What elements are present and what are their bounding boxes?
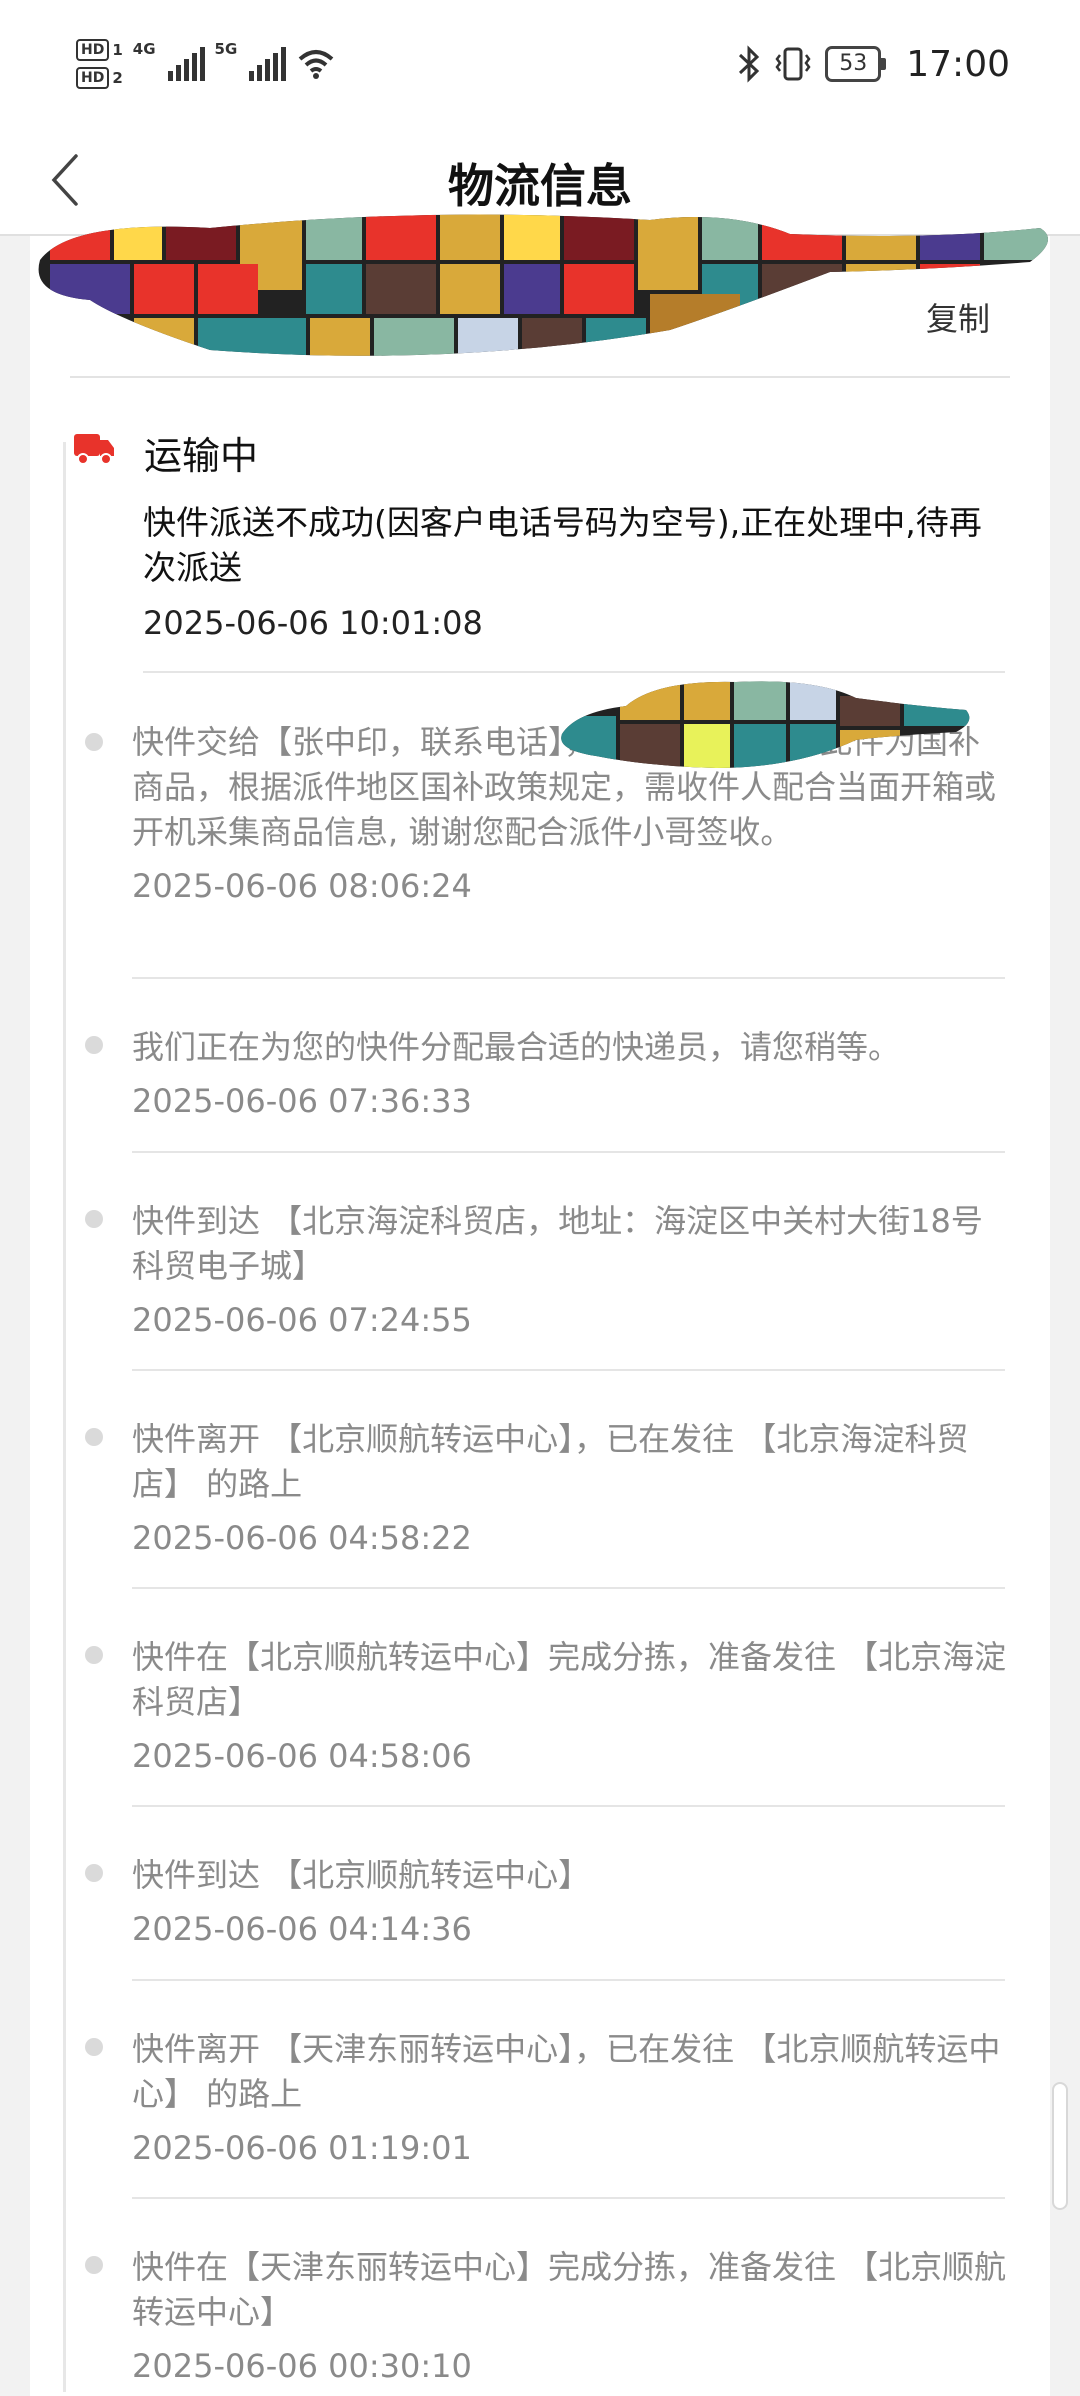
event-divider	[132, 1979, 1005, 1981]
event-description: 快件在【北京顺航转运中心】完成分拣，准备发往 【北京海淀科贸店】	[132, 1638, 1007, 1721]
event-time: 2025-06-06 01:19:01	[132, 2129, 472, 2167]
signal-icon	[167, 47, 205, 81]
net2-label: 5G	[214, 40, 238, 58]
timeline-event: 快件在【天津东丽转运中心】完成分拣，准备发往 【北京顺航转运中心】 2025-0…	[132, 2245, 1012, 2385]
timeline-dot	[85, 1646, 103, 1664]
wifi-icon	[298, 50, 334, 79]
sim1-indicator: HD 1	[76, 39, 123, 61]
event-divider	[132, 2197, 1005, 2199]
event-time: 2025-06-06 00:30:10	[132, 2347, 472, 2385]
sim2-indicator: HD 2	[76, 67, 123, 89]
redacted-phone-mosaic	[561, 681, 970, 768]
bluetooth-icon	[739, 45, 760, 83]
current-status-description: 快件派送不成功(因客户电话号码为空号),正在处理中,待再次派送	[143, 503, 982, 587]
timeline-event: 快件到达 【北京海淀科贸店，地址：海淀区中关村大街18号科贸电子城】 2025-…	[132, 1199, 1012, 1339]
battery-icon: 53	[825, 46, 887, 82]
event-description: 快件到达 【北京海淀科贸店，地址：海淀区中关村大街18号科贸电子城】	[132, 1202, 983, 1285]
timeline-line	[63, 442, 66, 2392]
status-bar-left: HD 1 HD 2 4G 5G	[76, 34, 336, 94]
timeline-event: 快件离开 【北京顺航转运中心】，已在发往 【北京海淀科贸店】 的路上 2025-…	[132, 1417, 1012, 1557]
timeline-dot	[85, 733, 103, 751]
scrollbar[interactable]	[1052, 2082, 1068, 2210]
card-divider	[70, 376, 1010, 378]
status-bar: HD 1 HD 2 4G 5G 53 17:00	[0, 0, 1080, 130]
truck-icon	[74, 434, 114, 465]
timeline-event: 我们正在为您的快件分配最合适的快递员，请您稍等。 2025-06-06 07:3…	[132, 1025, 1012, 1120]
timeline-event: 快件离开 【天津东丽转运中心】，已在发往 【北京顺航转运中心】 的路上 2025…	[132, 2027, 1012, 2167]
sim2-label: 2	[112, 69, 123, 87]
timeline-dot	[85, 2256, 103, 2274]
event-divider	[143, 671, 1005, 673]
event-divider	[132, 1151, 1005, 1153]
event-description: 快件到达 【北京顺航转运中心】	[132, 1856, 591, 1894]
event-time: 2025-06-06 07:36:33	[132, 1082, 472, 1120]
event-description-head: 快件交给【张中印，联系电话	[132, 723, 549, 761]
timeline-dot	[85, 2038, 103, 2056]
current-status: 运输中	[144, 434, 259, 478]
event-time: 2025-06-06 04:58:22	[132, 1519, 472, 1557]
timeline-dot	[85, 1036, 103, 1054]
sim-indicators: HD 1 HD 2	[76, 39, 123, 89]
event-description: 我们正在为您的快件分配最合适的快递员，请您稍等。	[132, 1028, 901, 1066]
event-divider	[132, 1587, 1005, 1589]
signal-icon-2	[249, 47, 287, 81]
sim1-label: 1	[112, 41, 123, 59]
redacted-waybill-mosaic	[38, 214, 1049, 356]
hd1-badge: HD	[76, 39, 110, 61]
clock: 17:00	[906, 43, 1010, 85]
timeline-dot	[85, 1210, 103, 1228]
copy-button[interactable]: 复制	[926, 294, 990, 340]
event-time: 2025-06-06 07:24:55	[132, 1301, 472, 1339]
timeline-event: 快件在【北京顺航转运中心】完成分拣，准备发往 【北京海淀科贸店】 2025-06…	[132, 1635, 1012, 1775]
event-divider	[132, 1369, 1005, 1371]
hd2-badge: HD	[76, 67, 110, 89]
status-bar-right: 53 17:00	[737, 36, 1010, 92]
timeline-event: 快件到达 【北京顺航转运中心】 2025-06-06 04:14:36	[132, 1853, 1012, 1948]
net1-label: 4G	[132, 40, 156, 58]
event-description: 快件离开 【天津东丽转运中心】，已在发往 【北京顺航转运中心】 的路上	[132, 2030, 1001, 2113]
event-divider	[132, 1805, 1005, 1807]
event-description: 快件离开 【北京顺航转运中心】，已在发往 【北京海淀科贸店】 的路上	[132, 1420, 969, 1503]
event-time: 2025-06-06 04:14:36	[132, 1910, 472, 1948]
event-divider	[132, 977, 1005, 979]
event-time: 2025-06-06 08:06:24	[132, 867, 472, 905]
timeline-dot	[85, 1428, 103, 1446]
timeline-dot	[85, 1864, 103, 1882]
event-description: 快件在【天津东丽转运中心】完成分拣，准备发往 【北京顺航转运中心】	[132, 2248, 1007, 2331]
battery-level: 53	[825, 46, 882, 82]
current-status-time: 2025-06-06 10:01:08	[143, 604, 483, 642]
event-time: 2025-06-06 04:58:06	[132, 1737, 472, 1775]
vibrate-icon	[775, 47, 811, 81]
